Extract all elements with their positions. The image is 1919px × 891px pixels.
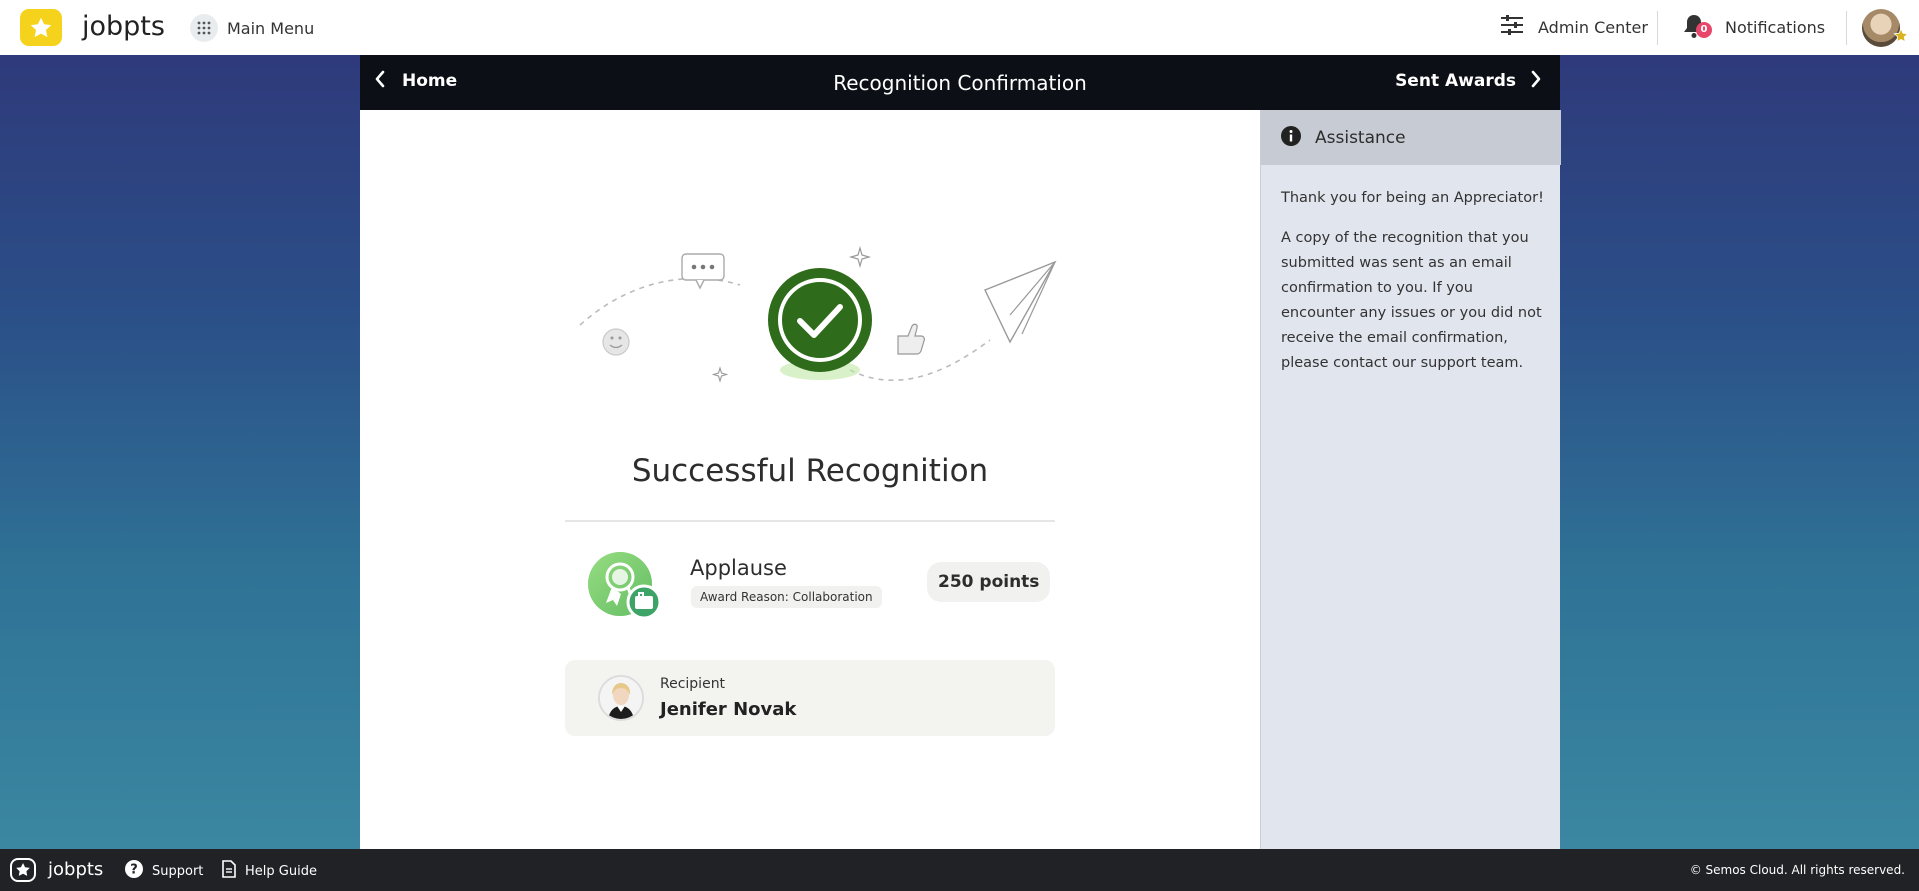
help-guide-label: Help Guide <box>245 863 317 879</box>
main-menu-label: Main Menu <box>227 18 315 38</box>
sent-awards-link[interactable]: Sent Awards <box>1395 70 1542 92</box>
sent-awards-label: Sent Awards <box>1395 71 1516 91</box>
assistance-thanks-text: Thank you for being an Appreciator! <box>1281 190 1544 206</box>
main-menu-button[interactable]: Main Menu <box>190 13 314 43</box>
smiley-icon <box>602 328 630 356</box>
question-icon: ? <box>125 860 143 882</box>
star-logo-icon <box>10 858 36 882</box>
notifications-button[interactable]: 0 Notifications <box>1683 13 1825 41</box>
admin-center-label: Admin Center <box>1538 17 1648 37</box>
topbar-divider <box>1657 11 1658 45</box>
paper-plane-icon <box>984 260 1057 344</box>
chat-bubble-icon <box>681 253 725 290</box>
success-headline: Successful Recognition <box>631 453 989 489</box>
topbar-divider <box>1846 11 1847 45</box>
star-badge-icon <box>1893 28 1909 44</box>
recipient-caption: Recipient <box>660 676 726 692</box>
bell-icon: 0 <box>1683 13 1712 41</box>
recipient-avatar <box>598 675 644 721</box>
confirmation-content: Successful Recognition Applause Award Re… <box>360 110 1260 849</box>
award-name: Applause <box>690 556 787 580</box>
success-illustration <box>579 245 1057 383</box>
check-icon <box>768 268 872 372</box>
award-reason-badge: Award Reason: Collaboration <box>691 586 882 608</box>
points-badge: 250 points <box>927 562 1051 602</box>
svg-text:?: ? <box>130 863 138 878</box>
recipient-name: Jenifer Novak <box>660 699 797 720</box>
notifications-label: Notifications <box>1725 17 1826 37</box>
info-icon <box>1281 125 1301 150</box>
support-label: Support <box>152 863 204 879</box>
assistance-title: Assistance <box>1315 127 1406 148</box>
assistance-header: Assistance <box>1261 110 1561 165</box>
star-logo-icon[interactable] <box>20 9 62 46</box>
section-divider <box>565 520 1055 522</box>
chevron-right-icon <box>1530 70 1542 92</box>
notification-count-badge: 0 <box>1696 22 1712 38</box>
top-navigation-bar: jobpts Main Menu Admin Center 0 Notifica… <box>0 0 1919 55</box>
footer: jobpts ? Support Help Guide © Semos Clou… <box>0 849 1919 891</box>
page-title: Recognition Confirmation <box>833 71 1087 95</box>
panel-header: Home Recognition Confirmation Sent Award… <box>360 55 1560 110</box>
document-icon <box>222 860 236 882</box>
help-guide-link[interactable]: Help Guide <box>222 860 317 882</box>
award-ribbon-icon <box>588 552 660 620</box>
copyright-text: © Semos Cloud. All rights reserved. <box>1689 863 1905 877</box>
admin-center-button[interactable]: Admin Center <box>1500 14 1648 40</box>
recipient-card: Recipient Jenifer Novak <box>565 660 1055 736</box>
sliders-icon <box>1500 14 1524 40</box>
assistance-panel: Assistance Thank you for being an Apprec… <box>1260 110 1561 849</box>
footer-brand: jobpts <box>48 859 104 880</box>
assistance-body-text: A copy of the recognition that you submi… <box>1281 230 1542 371</box>
thumbs-up-icon <box>897 323 925 355</box>
support-link[interactable]: ? Support <box>125 860 203 882</box>
grid-icon <box>190 14 218 42</box>
brand-name[interactable]: jobpts <box>82 11 165 42</box>
